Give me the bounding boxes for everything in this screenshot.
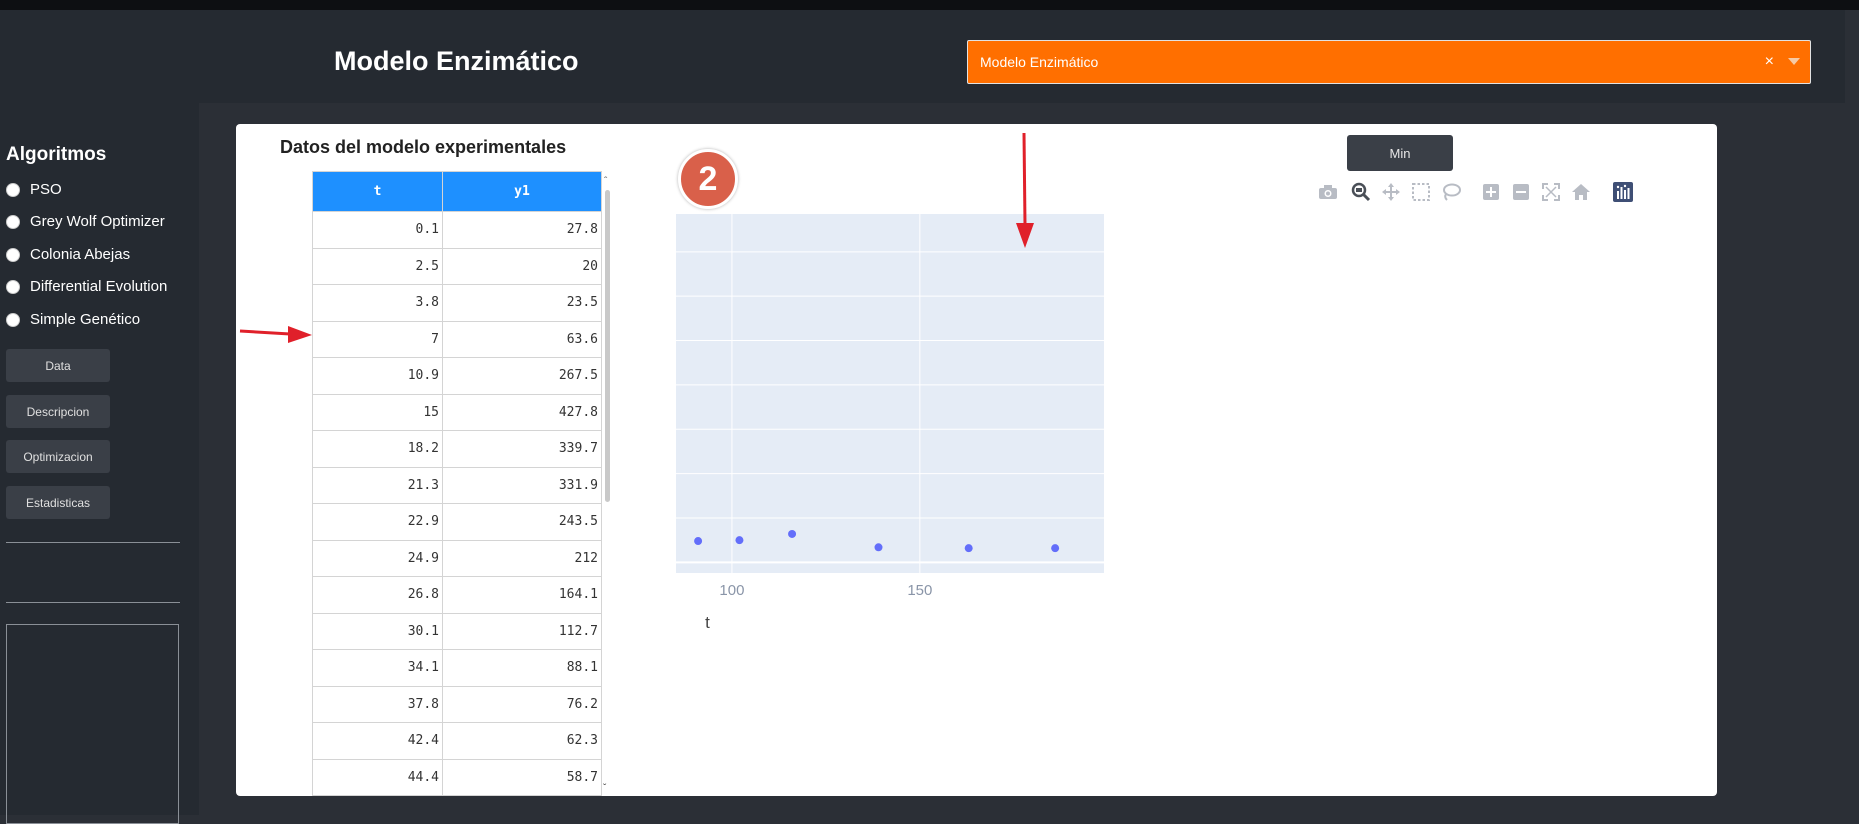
red-arrow-icon bbox=[1016, 132, 1034, 248]
red-arrow-icon bbox=[239, 326, 312, 343]
annotation-arrows bbox=[239, 132, 1034, 343]
